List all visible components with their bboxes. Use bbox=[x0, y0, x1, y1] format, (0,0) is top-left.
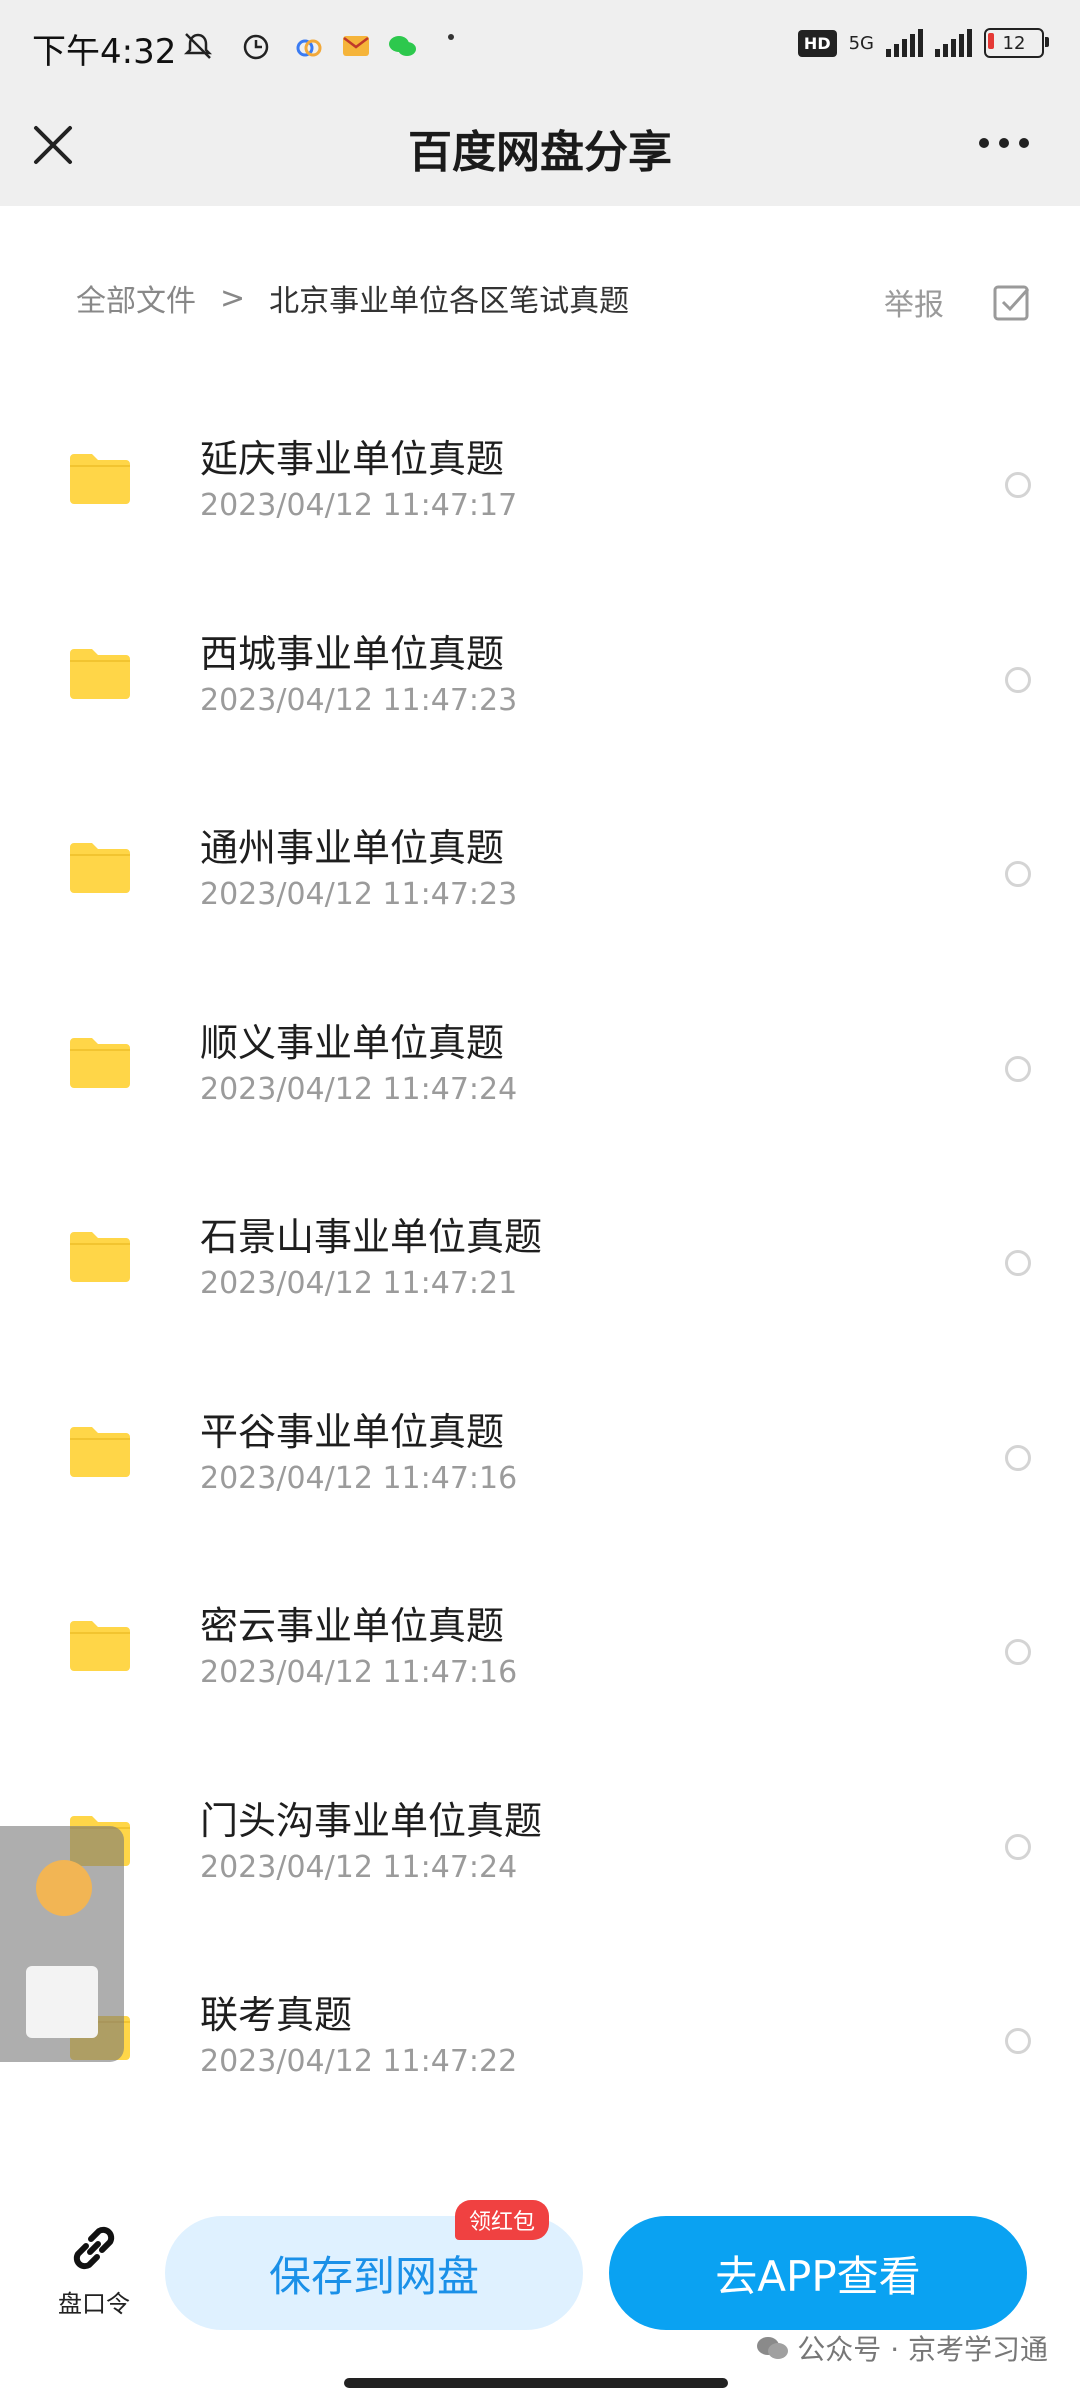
select-radio[interactable] bbox=[1005, 861, 1031, 887]
report-link[interactable]: 举报 bbox=[884, 280, 944, 324]
select-all-icon[interactable] bbox=[992, 282, 1032, 322]
battery-level: 12 bbox=[1002, 32, 1026, 54]
status-bar: 下午4:32 HD 5G 12 bbox=[0, 0, 1080, 96]
file-list-item[interactable]: 西城事业单位真题 2023/04/12 11:47:23 bbox=[0, 583, 1080, 777]
red-packet-badge: 领红包 bbox=[455, 2200, 550, 2240]
folder-icon bbox=[70, 1621, 130, 1671]
file-list-item[interactable]: 通州事业单位真题 2023/04/12 11:47:23 bbox=[0, 777, 1080, 971]
file-list-item[interactable]: 延庆事业单位真题 2023/04/12 11:47:17 bbox=[0, 388, 1080, 582]
link-label[interactable]: 盘口令 bbox=[58, 2284, 130, 2319]
baidu-netdisk-icon bbox=[296, 39, 322, 57]
file-list-item[interactable]: 石景山事业单位真题 2023/04/12 11:47:21 bbox=[0, 1166, 1080, 1360]
link-icon[interactable] bbox=[62, 2216, 126, 2280]
file-list-item[interactable]: 平谷事业单位真题 2023/04/12 11:47:16 bbox=[0, 1361, 1080, 1555]
select-radio[interactable] bbox=[1005, 2028, 1031, 2054]
file-time: 2023/04/12 11:47:23 bbox=[200, 877, 518, 912]
dot-icon bbox=[448, 34, 454, 40]
file-name: 平谷事业单位真题 bbox=[200, 1410, 505, 1454]
file-time: 2023/04/12 11:47:16 bbox=[200, 1461, 518, 1496]
select-radio[interactable] bbox=[1005, 1639, 1031, 1665]
file-name: 延庆事业单位真题 bbox=[200, 437, 505, 481]
select-radio[interactable] bbox=[1005, 667, 1031, 693]
file-time: 2023/04/12 11:47:24 bbox=[200, 1072, 518, 1107]
assistant-avatar[interactable] bbox=[36, 1860, 92, 1916]
status-indicators: HD 5G 12 bbox=[797, 28, 1049, 58]
status-time: 下午4:32 bbox=[32, 32, 177, 72]
file-time: 2023/04/12 11:47:21 bbox=[200, 1266, 518, 1301]
folder-icon bbox=[70, 649, 130, 699]
folder-icon bbox=[70, 454, 130, 504]
select-radio[interactable] bbox=[1005, 1445, 1031, 1471]
breadcrumb-current: 北京事业单位各区笔试真题 bbox=[269, 284, 630, 319]
home-indicator[interactable] bbox=[344, 2378, 728, 2388]
page-title: 百度网盘分享 bbox=[408, 127, 672, 178]
assistant-card[interactable] bbox=[26, 1966, 98, 2038]
floating-assistant-panel[interactable] bbox=[0, 1826, 124, 2062]
breadcrumb-root[interactable]: 全部文件 bbox=[76, 276, 196, 320]
wechat-icon bbox=[389, 36, 416, 56]
file-list-item[interactable]: 联考真题 2023/04/12 11:47:22 bbox=[0, 1944, 1080, 2138]
file-time: 2023/04/12 11:47:23 bbox=[200, 683, 518, 718]
file-name: 西城事业单位真题 bbox=[200, 632, 505, 676]
file-name: 门头沟事业单位真题 bbox=[200, 1799, 543, 1843]
file-name: 顺义事业单位真题 bbox=[200, 1021, 505, 1065]
file-time: 2023/04/12 11:47:24 bbox=[200, 1850, 518, 1885]
file-name: 密云事业单位真题 bbox=[200, 1604, 505, 1648]
file-list-item[interactable]: 密云事业单位真题 2023/04/12 11:47:16 bbox=[0, 1555, 1080, 1749]
network-label: 5G bbox=[848, 32, 874, 54]
file-name: 石景山事业单位真题 bbox=[200, 1215, 543, 1259]
breadcrumb: 全部文件 > 北京事业单位各区笔试真题 bbox=[76, 276, 629, 320]
file-name: 通州事业单位真题 bbox=[200, 826, 505, 870]
file-time: 2023/04/12 11:47:22 bbox=[200, 2044, 518, 2079]
signal-icon bbox=[886, 29, 923, 57]
select-radio[interactable] bbox=[1005, 1056, 1031, 1082]
file-time: 2023/04/12 11:47:17 bbox=[200, 488, 518, 523]
file-time: 2023/04/12 11:47:16 bbox=[200, 1655, 518, 1690]
signal-icon-2 bbox=[935, 29, 972, 57]
wechat-watermark-icon bbox=[757, 2337, 789, 2359]
open-app-button[interactable]: 去APP查看 bbox=[609, 2216, 1027, 2330]
folder-icon bbox=[70, 843, 130, 893]
file-list-item[interactable]: 门头沟事业单位真题 2023/04/12 11:47:24 bbox=[0, 1750, 1080, 1944]
watermark-text: 公众号 · 京考学习通 bbox=[797, 2333, 1048, 2366]
select-radio[interactable] bbox=[1005, 1834, 1031, 1860]
battery-icon: 12 bbox=[984, 28, 1049, 58]
select-radio[interactable] bbox=[1005, 1250, 1031, 1276]
breadcrumb-separator: > bbox=[220, 280, 246, 316]
file-list-item[interactable]: 顺义事业单位真题 2023/04/12 11:47:24 bbox=[0, 972, 1080, 1166]
select-radio[interactable] bbox=[1005, 472, 1031, 498]
file-name: 联考真题 bbox=[200, 1993, 353, 2037]
more-icon[interactable] bbox=[974, 128, 1034, 158]
watermark: 公众号 · 京考学习通 bbox=[755, 2328, 1048, 2368]
alarm-icon bbox=[243, 34, 269, 60]
title-bar: 百度网盘分享 bbox=[0, 96, 1080, 206]
folder-icon bbox=[70, 1232, 130, 1282]
silent-icon bbox=[183, 33, 213, 59]
hd-badge: HD bbox=[797, 29, 837, 57]
folder-icon bbox=[70, 1427, 130, 1477]
mail-icon bbox=[343, 36, 369, 56]
folder-icon bbox=[70, 1038, 130, 1088]
